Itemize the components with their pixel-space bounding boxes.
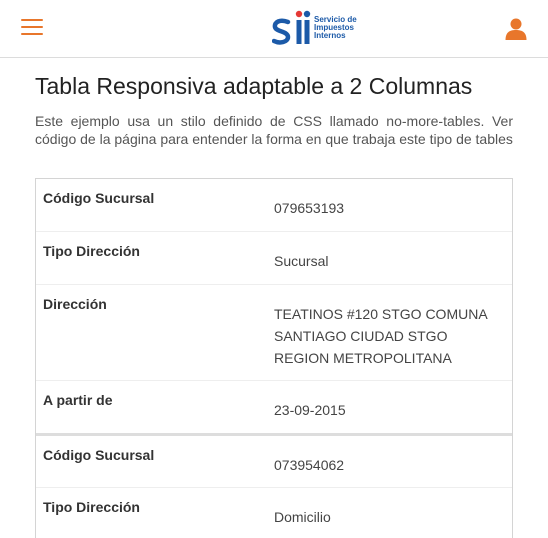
page-title: Tabla Responsiva adaptable a 2 Columnas: [35, 73, 473, 99]
cell-label-tipo-direccion: Tipo Dirección: [43, 243, 140, 259]
table-row: Tipo Dirección Sucursal: [36, 232, 512, 285]
table-row: Dirección TEATINOS #120 STGO COMUNA SANT…: [36, 285, 512, 381]
cell-value-direccion: TEATINOS #120 STGO COMUNA SANTIAGO CIUDA…: [274, 306, 487, 366]
hamburger-menu-icon[interactable]: [21, 19, 43, 36]
logo-text-line: Internos: [314, 31, 346, 40]
cell-label-tipo-direccion: Tipo Dirección: [43, 499, 140, 515]
cell-value-codigo-sucursal: 073954062: [274, 457, 345, 473]
table-row: Código Sucursal 073954062: [36, 436, 512, 488]
responsive-table: Código Sucursal 079653193 Tipo Dirección…: [35, 178, 513, 538]
top-navigation-bar: Servicio de Impuestos Internos: [0, 0, 548, 58]
cell-value-codigo-sucursal: 079653193: [274, 200, 345, 216]
cell-value-a-partir-de: 23-09-2015: [274, 402, 346, 418]
cell-value-tipo-direccion: Domicilio: [274, 509, 331, 525]
table-row: Código Sucursal 079653193: [36, 179, 512, 232]
table-record: Código Sucursal 073954062 Tipo Dirección…: [36, 436, 512, 538]
cell-label-codigo-sucursal: Código Sucursal: [43, 190, 155, 206]
sii-logo-mark: [271, 10, 311, 45]
table-row: Tipo Dirección Domicilio: [36, 488, 512, 538]
sii-logo[interactable]: Servicio de Impuestos Internos: [271, 10, 372, 48]
cell-value-tipo-direccion: Sucursal: [274, 253, 329, 269]
table-row: A partir de 23-09-2015: [36, 381, 512, 433]
user-icon[interactable]: [504, 16, 528, 40]
intro-paragraph: Este ejemplo usa un stilo definido de CS…: [35, 113, 513, 147]
table-record: Código Sucursal 079653193 Tipo Dirección…: [36, 179, 512, 436]
cell-label-a-partir-de: A partir de: [43, 392, 113, 408]
cell-label-direccion: Dirección: [43, 296, 107, 312]
logo-text: Servicio de Impuestos Internos: [314, 16, 357, 40]
cell-label-codigo-sucursal: Código Sucursal: [43, 447, 155, 463]
